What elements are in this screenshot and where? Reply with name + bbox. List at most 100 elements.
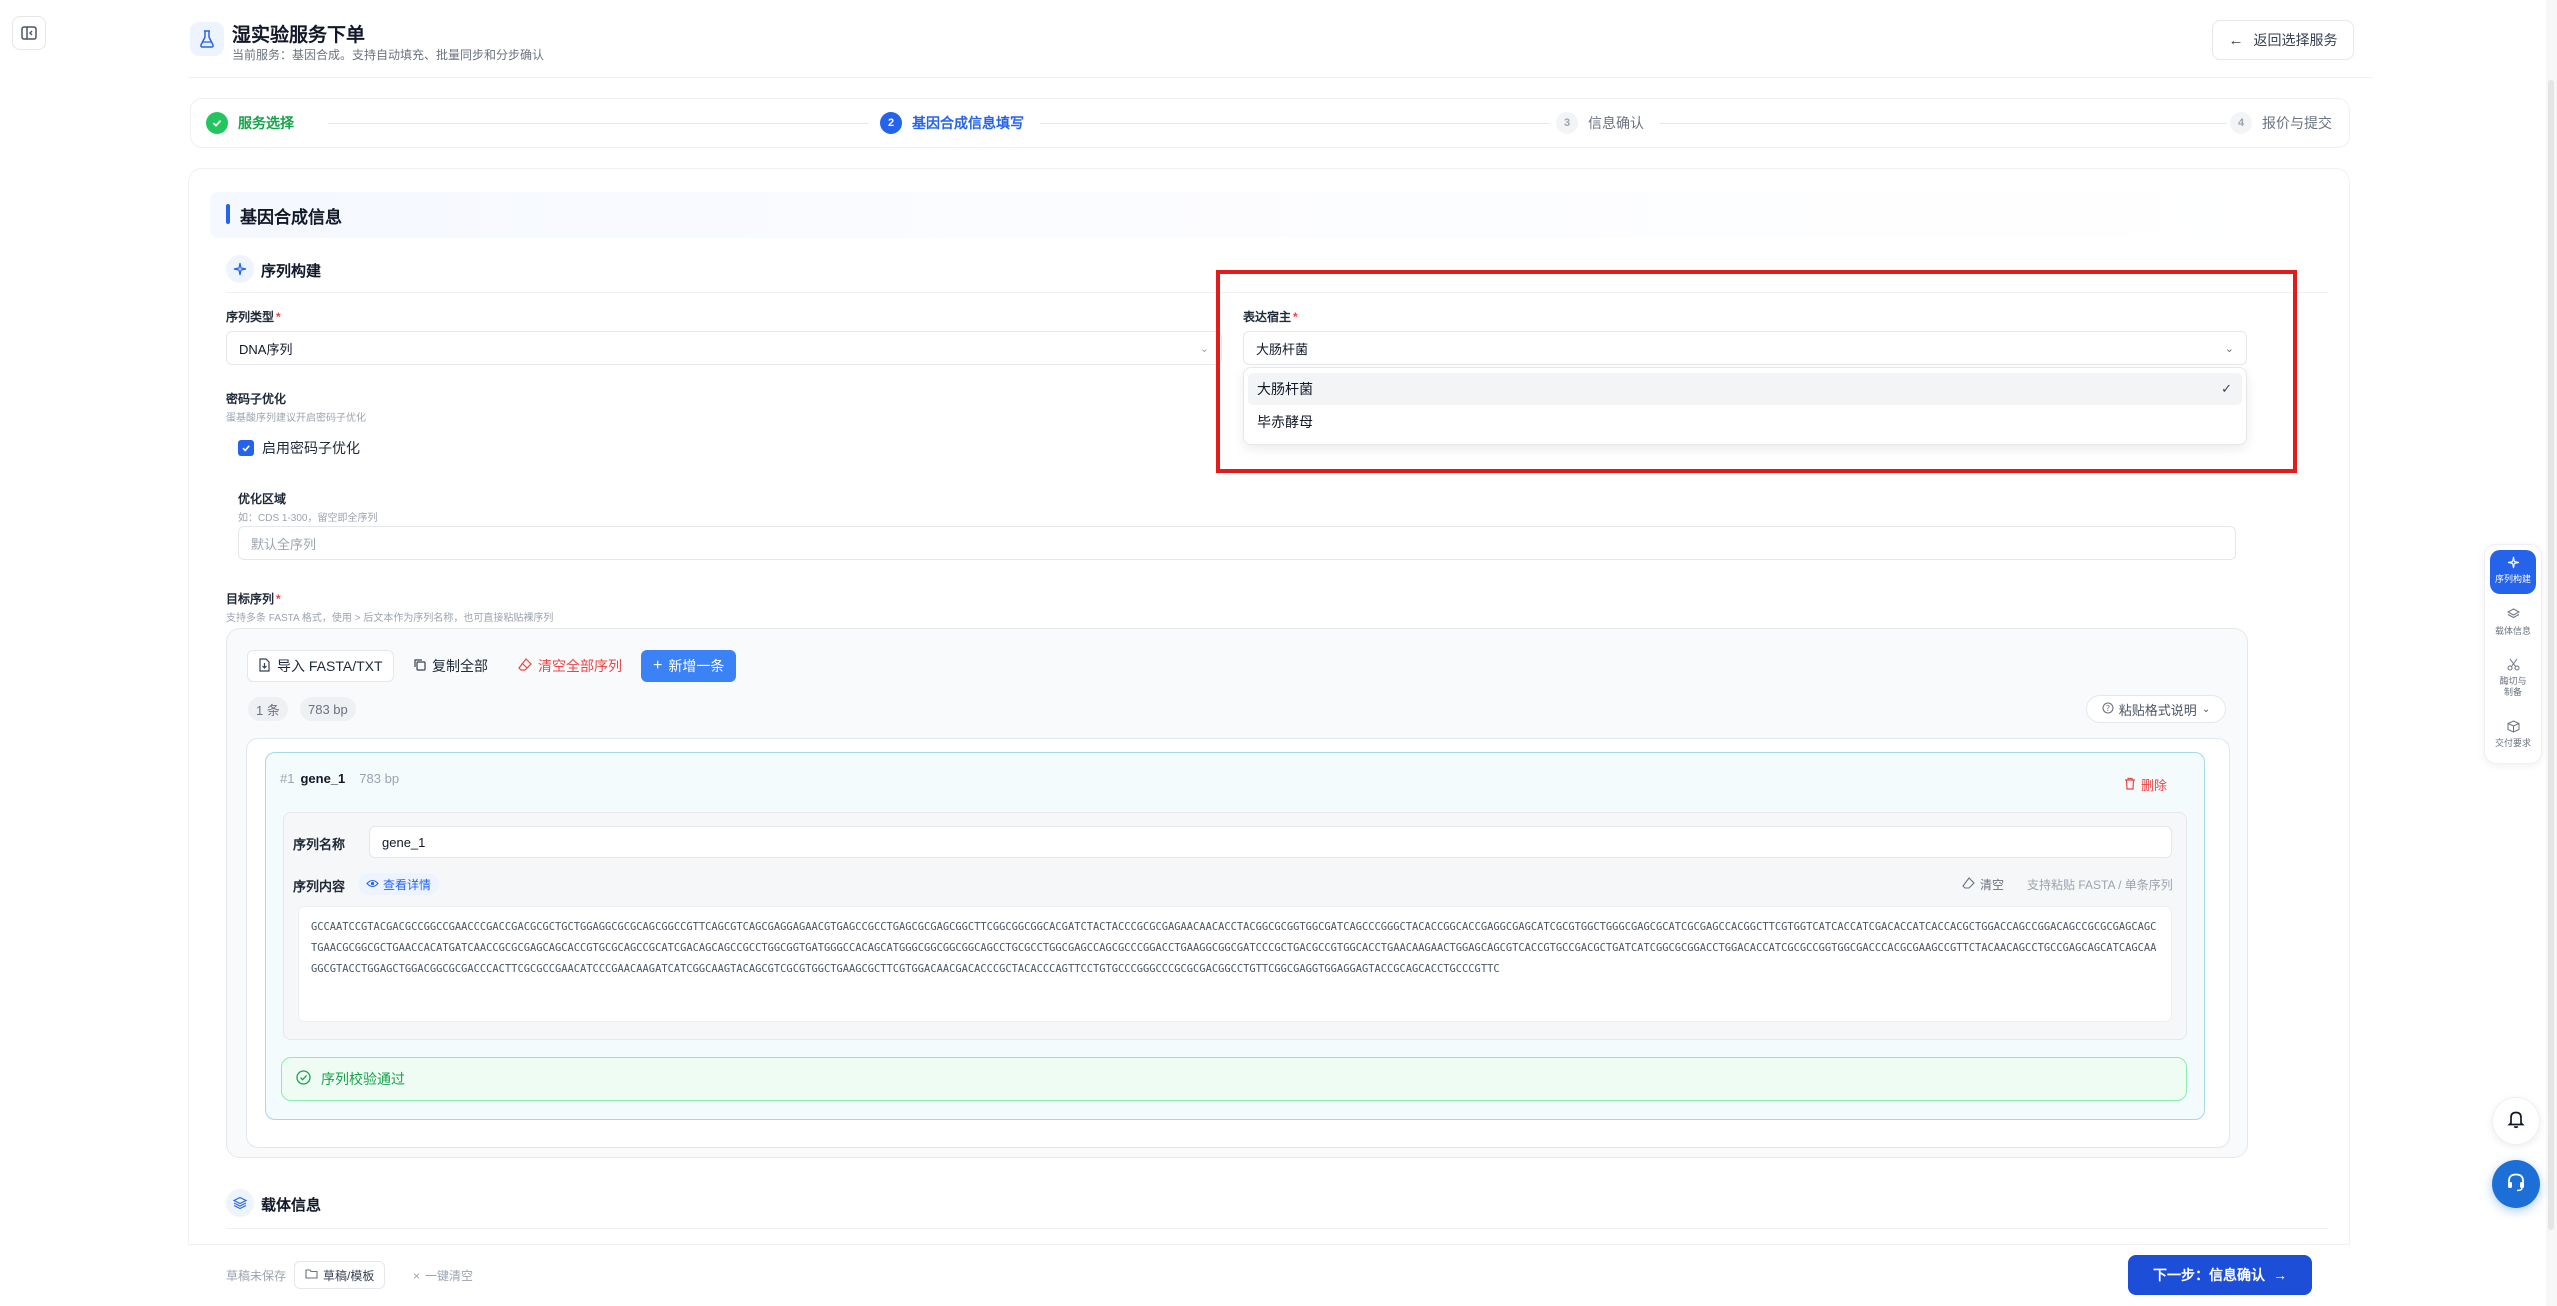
customer-service-button[interactable] [2492,1160,2540,1208]
section-title: 基因合成信息 [240,208,342,227]
rail-label: 序列构建 [2494,574,2531,584]
box-icon [2507,720,2520,736]
opt-region-label: 优化区域 [238,492,287,506]
paste-format-help-button[interactable]: ? 粘贴格式说明 ⌄ [2086,695,2226,723]
codon-opt-label: 密码子优化 [226,392,287,406]
back-button-label: 返回选择服务 [2253,32,2338,48]
draft-template-button[interactable]: 草稿/模板 [294,1261,386,1289]
divider [226,1228,2328,1229]
seq-name-input[interactable]: gene_1 [369,826,2172,858]
subsection-title-vector: 载体信息 [261,1197,322,1214]
copy-all-button[interactable]: 复制全部 [403,650,498,682]
delete-label: 删除 [2141,778,2168,793]
section-header [210,192,2330,238]
step-quote-submit[interactable]: 4 报价与提交 [2230,112,2332,134]
step-number: 3 [1556,112,1578,134]
sequence-validation-status: 序列校验通过 [281,1057,2187,1101]
form-footer [188,1244,2350,1306]
clear-label: 清空 [1980,878,2005,892]
layers-icon [2506,608,2520,624]
target-seq-hint: 支持多条 FASTA 格式，使用 > 后文本作为序列名称，也可直接粘贴裸序列 [226,613,554,624]
step-label: 基因合成信息填写 [912,115,1024,131]
rail-label: 载体信息 [2494,626,2531,636]
headset-icon [2505,1171,2527,1198]
clear-all-label: 清空全部序列 [538,658,622,674]
page-header [188,0,2373,78]
arrow-left-icon: ← [2228,31,2244,49]
seq-type-label: 序列类型 * [226,310,281,324]
chevron-down-icon: ⌄ [2201,703,2211,715]
rail-item-sequence-build[interactable]: 序列构建 [2490,556,2536,585]
clear-sequence-button[interactable]: 清空 [1962,876,2004,893]
sparkle-icon [226,255,254,283]
folder-icon [305,1268,318,1282]
seq-type-value: DNA序列 [239,341,293,357]
step-service-select[interactable]: 服务选择 [206,112,294,134]
trash-icon [2124,777,2136,793]
paste-help-label: 粘贴格式说明 [2118,702,2197,718]
section-accent-bar [226,204,230,224]
opt-region-input[interactable]: 默认全序列 [238,526,2236,560]
file-import-icon [258,657,271,675]
sidebar-toggle-button[interactable] [12,16,46,50]
import-label: 导入 FASTA/TXT [277,658,383,674]
validation-label: 序列校验通过 [321,1071,405,1087]
delete-sequence-button[interactable]: 删除 [2124,775,2167,794]
seq-name-label: 序列名称 [293,837,346,852]
step-connector [1660,123,2226,124]
rail-item-enzyme[interactable]: 酶切与制备 [2490,658,2536,698]
close-icon: × [413,1268,421,1283]
seq-type-select[interactable]: DNA序列 ⌄ [226,331,1222,365]
eraser-icon [1962,877,1975,892]
clear-form-button[interactable]: × 一键清空 [413,1267,473,1284]
copy-icon [413,658,426,674]
eraser-icon [518,658,532,674]
rail-item-vector[interactable]: 载体信息 [2490,608,2536,637]
eye-icon [366,877,379,891]
sequence-bp-tag: 783 bp [300,697,356,721]
help-circle-icon: ? [2102,701,2114,717]
codon-opt-checkbox[interactable]: 启用密码子优化 [238,438,360,458]
next-step-button[interactable]: 下一步：信息确认 → [2128,1255,2312,1295]
check-circle-icon [206,112,228,134]
svg-text:?: ? [2106,704,2110,713]
layers-icon [226,1189,254,1217]
add-label: 新增一条 [668,658,725,674]
check-circle-icon [296,1070,311,1088]
seq-content-label: 序列内容 [293,879,346,894]
step-confirm[interactable]: 3 信息确认 [1556,112,1644,134]
step-number: 4 [2230,112,2252,134]
sequence-content-textarea[interactable]: GCCAATCCGTACGACGCCGGCCGAACCCGACCGACGCGCT… [298,906,2172,1022]
rail-item-delivery[interactable]: 交付要求 [2490,720,2536,749]
opt-region-placeholder: 默认全序列 [251,536,317,552]
view-detail-button[interactable]: 查看详情 [358,873,440,895]
codon-opt-hint: 蛋基酸序列建议开启密码子优化 [226,413,366,424]
highlight-annotation-box [1216,270,2297,473]
sidebar-panel-icon [21,26,37,40]
step-connector [328,123,868,124]
copy-label: 复制全部 [432,658,488,674]
scrollbar-thumb[interactable] [2548,80,2554,1230]
paste-support-hint: 支持粘贴 FASTA / 单条序列 [2027,878,2173,892]
page-subtitle: 当前服务：基因合成。支持自动填充、批量同步和分步确认 [232,48,545,62]
rail-label: 交付要求 [2494,738,2531,748]
page-title: 湿实验服务下单 [232,25,366,46]
scissors-icon [2507,658,2520,674]
step-label: 服务选择 [238,115,294,131]
step-gene-info[interactable]: 2 基因合成信息填写 [880,112,1024,134]
plus-icon: + [653,657,663,674]
add-sequence-button[interactable]: + 新增一条 [641,650,737,682]
arrow-right-icon: → [2273,1267,2287,1283]
sequence-card-header: #1 gene_1 783 bp [280,771,399,786]
back-to-services-button[interactable]: ← 返回选择服务 [2212,20,2354,60]
notification-button[interactable] [2492,1097,2540,1145]
clear-all-sequences-button[interactable]: 清空全部序列 [508,650,632,682]
clear-form-label: 一键清空 [425,1269,474,1283]
opt-region-hint: 如：CDS 1-300，留空即全序列 [238,513,378,524]
rail-label: 酶切与制备 [2499,676,2527,697]
import-fasta-button[interactable]: 导入 FASTA/TXT [247,650,394,682]
draft-status: 草稿未保存 [226,1269,287,1283]
step-connector [1040,123,1550,124]
step-label: 信息确认 [1588,115,1644,131]
checkbox-checked-icon [238,440,254,456]
